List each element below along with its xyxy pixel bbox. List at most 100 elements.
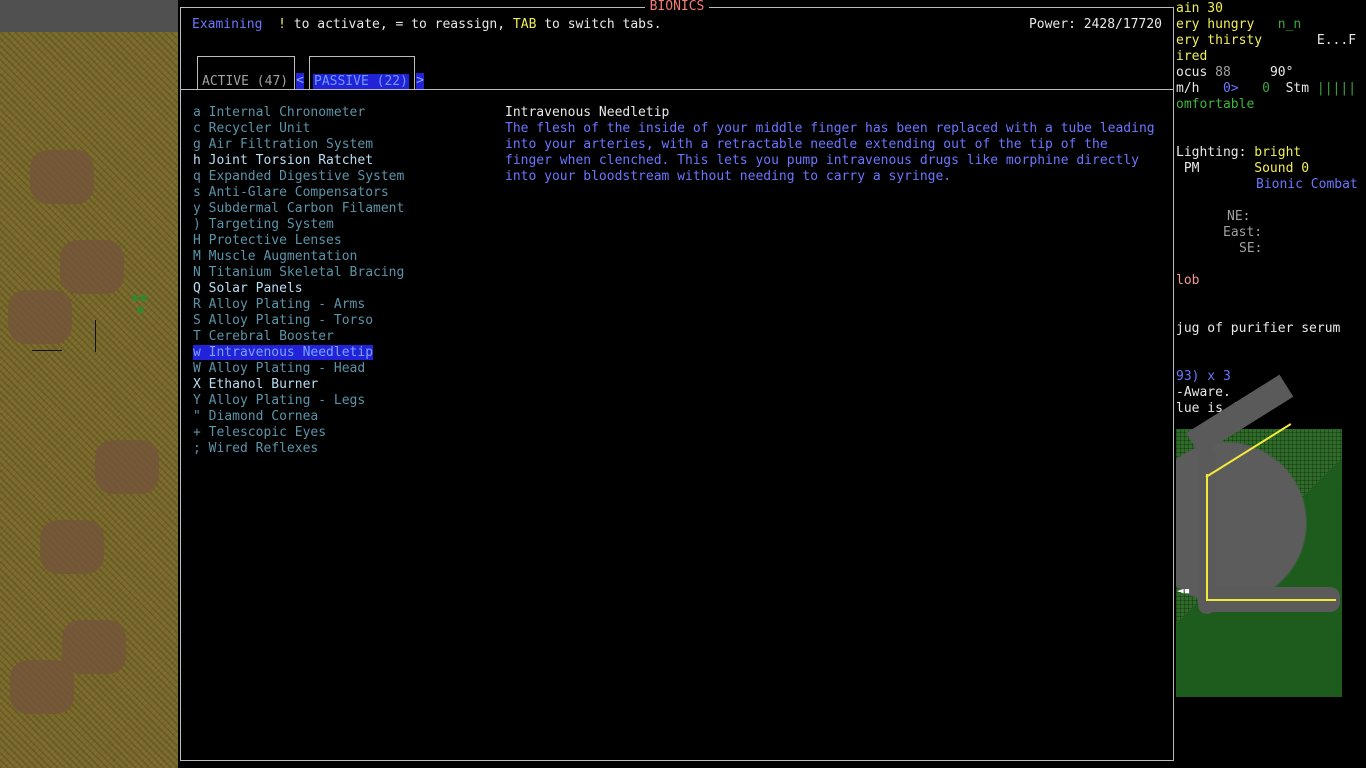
bionic-list-item[interactable]: T Cerebral Booster — [193, 329, 493, 345]
temperature: 90° — [1269, 65, 1294, 80]
bionic-hotkey: Y — [193, 393, 201, 408]
bionic-hotkey: + — [193, 425, 201, 440]
bionic-item-label: h Joint Torsion Ratchet — [193, 153, 373, 168]
comfort-status: omfortable — [1176, 97, 1255, 112]
description-title: Intravenous Needletip — [505, 105, 670, 120]
speed-arrow: 0> — [1222, 81, 1239, 96]
stamina-label: Stm — [1285, 81, 1310, 96]
tab-passive[interactable]: PASSIVE (22) — [309, 56, 415, 90]
bionic-item-label: H Protective Lenses — [193, 233, 342, 248]
tab-divider — [181, 89, 1173, 90]
mode-label: Examining — [192, 17, 263, 32]
bionic-name: Anti-Glare Compensators — [208, 185, 389, 200]
bionic-hotkey: T — [193, 329, 201, 344]
log-line: lob — [1176, 273, 1200, 288]
bionic-hotkey: R — [193, 297, 201, 312]
bionic-list-item[interactable]: R Alloy Plating - Arms — [193, 297, 493, 313]
speed-value: 0 — [1262, 81, 1270, 96]
bionic-name: Intravenous Needletip — [208, 345, 374, 360]
bionics-window: BIONICS Examining ! to activate, = to re… — [180, 0, 1174, 761]
window-title: BIONICS — [644, 0, 710, 14]
bionic-list-item[interactable]: g Air Filtration System — [193, 137, 493, 153]
bionic-list-item[interactable]: s Anti-Glare Compensators — [193, 185, 493, 201]
bionic-hotkey: ) — [193, 217, 201, 232]
tab-key: TAB — [512, 17, 537, 32]
bionic-name: Recycler Unit — [208, 121, 311, 136]
log-line: 93) x 3 — [1176, 369, 1231, 384]
bionic-item-label: + Telescopic Eyes — [193, 425, 326, 440]
tired-status: ired — [1176, 49, 1208, 64]
bionic-name: Telescopic Eyes — [208, 425, 327, 440]
bionic-list-item[interactable]: M Muscle Augmentation — [193, 249, 493, 265]
bionic-item-label: X Ethanol Burner — [193, 377, 318, 392]
hunger-status: ery hungry — [1176, 17, 1255, 32]
minimap: ◄▪ — [1176, 374, 1342, 697]
bionic-list-item[interactable]: ; Wired Reflexes — [193, 441, 493, 457]
tab-text: to switch tabs. — [536, 17, 662, 32]
time-of-day: PM — [1183, 161, 1200, 176]
bionic-list-item[interactable]: q Expanded Digestive System — [193, 169, 493, 185]
bionic-list-item[interactable]: Q Solar Panels — [193, 281, 493, 297]
bionic-hotkey: h — [193, 153, 201, 168]
bionic-list: a Internal Chronometer c Recycler Unit g A… — [193, 105, 493, 457]
bionic-item-label: R Alloy Plating - Arms — [193, 297, 365, 312]
direction-east: East: — [1223, 225, 1263, 240]
dirt-patch — [40, 520, 104, 574]
activate-text: to activate, = to reassign, — [285, 17, 513, 32]
map-line — [32, 350, 62, 351]
bionic-item-label: s Anti-Glare Compensators — [193, 185, 389, 200]
bionic-hotkey: c — [193, 121, 201, 136]
fuel-gauge: E...F — [1316, 33, 1357, 48]
bionic-name: Titanium Skeletal Bracing — [208, 265, 405, 280]
stamina-bar: ||||| — [1316, 81, 1357, 96]
focus-value: 88 — [1215, 65, 1231, 80]
hunger-face: n_n — [1277, 17, 1302, 32]
bionic-hotkey: g — [193, 137, 201, 152]
description-body: The flesh of the inside of your middle f… — [505, 121, 1155, 184]
bionic-item-label: M Muscle Augmentation — [193, 249, 357, 264]
bionic-hotkey: M — [193, 249, 201, 264]
bionic-list-item[interactable]: " Diamond Cornea — [193, 409, 493, 425]
tab-prev-arrow[interactable]: < — [296, 73, 304, 89]
dirt-patch — [95, 440, 159, 494]
bionic-hotkey: S — [193, 313, 201, 328]
bionic-list-item[interactable]: N Titanium Skeletal Bracing — [193, 265, 493, 281]
bionic-list-item[interactable]: a Internal Chronometer — [193, 105, 493, 121]
bionic-hotkey: " — [193, 409, 201, 424]
bionic-list-item[interactable]: X Ethanol Burner — [193, 377, 493, 393]
map-line — [95, 320, 96, 352]
bionic-list-item[interactable]: ) Targeting System — [193, 217, 493, 233]
bionic-item-label: S Alloy Plating - Torso — [193, 313, 373, 328]
bionic-list-item[interactable]: c Recycler Unit — [193, 121, 493, 137]
tab-next-arrow[interactable]: > — [416, 73, 424, 89]
bionic-name: Alloy Plating - Head — [208, 361, 366, 376]
bionic-item-label: ) Targeting System — [193, 217, 334, 232]
bionic-name: Muscle Augmentation — [208, 249, 358, 264]
bionic-list-item[interactable]: S Alloy Plating - Torso — [193, 313, 493, 329]
bionic-hotkey: s — [193, 185, 201, 200]
bionic-list-item[interactable]: H Protective Lenses — [193, 233, 493, 249]
bionic-item-label: ; Wired Reflexes — [193, 441, 318, 456]
tab-active[interactable]: ACTIVE (47) — [197, 56, 295, 89]
bionic-hotkey: y — [193, 201, 201, 216]
bionic-list-item[interactable]: + Telescopic Eyes — [193, 425, 493, 441]
bionic-name: Solar Panels — [208, 281, 303, 296]
bionic-name: Diamond Cornea — [208, 409, 319, 424]
lighting-value: bright — [1254, 145, 1302, 160]
dirt-patch — [8, 290, 72, 344]
bionic-hotkey: a — [193, 105, 201, 120]
bionic-item-label: Y Alloy Plating - Legs — [193, 393, 365, 408]
bionic-item-label: q Expanded Digestive System — [193, 169, 404, 184]
pain-status: ain 30 — [1176, 1, 1223, 16]
bionic-hotkey: W — [193, 361, 201, 376]
speed-label: m/h — [1176, 81, 1200, 96]
bionic-list-item[interactable]: Y Alloy Plating - Legs — [193, 393, 493, 409]
bionic-list-item[interactable]: h Joint Torsion Ratchet — [193, 153, 493, 169]
log-line: -Aware. — [1176, 385, 1231, 400]
dirt-patch — [60, 240, 124, 294]
bionic-list-item[interactable]: y Subdermal Carbon Filament — [193, 201, 493, 217]
bionic-name: Ethanol Burner — [208, 377, 319, 392]
bionic-item-label: T Cerebral Booster — [193, 329, 334, 344]
bionic-list-item[interactable]: W Alloy Plating - Head — [193, 361, 493, 377]
bionic-list-item[interactable]: w Intravenous Needletip — [193, 345, 493, 361]
